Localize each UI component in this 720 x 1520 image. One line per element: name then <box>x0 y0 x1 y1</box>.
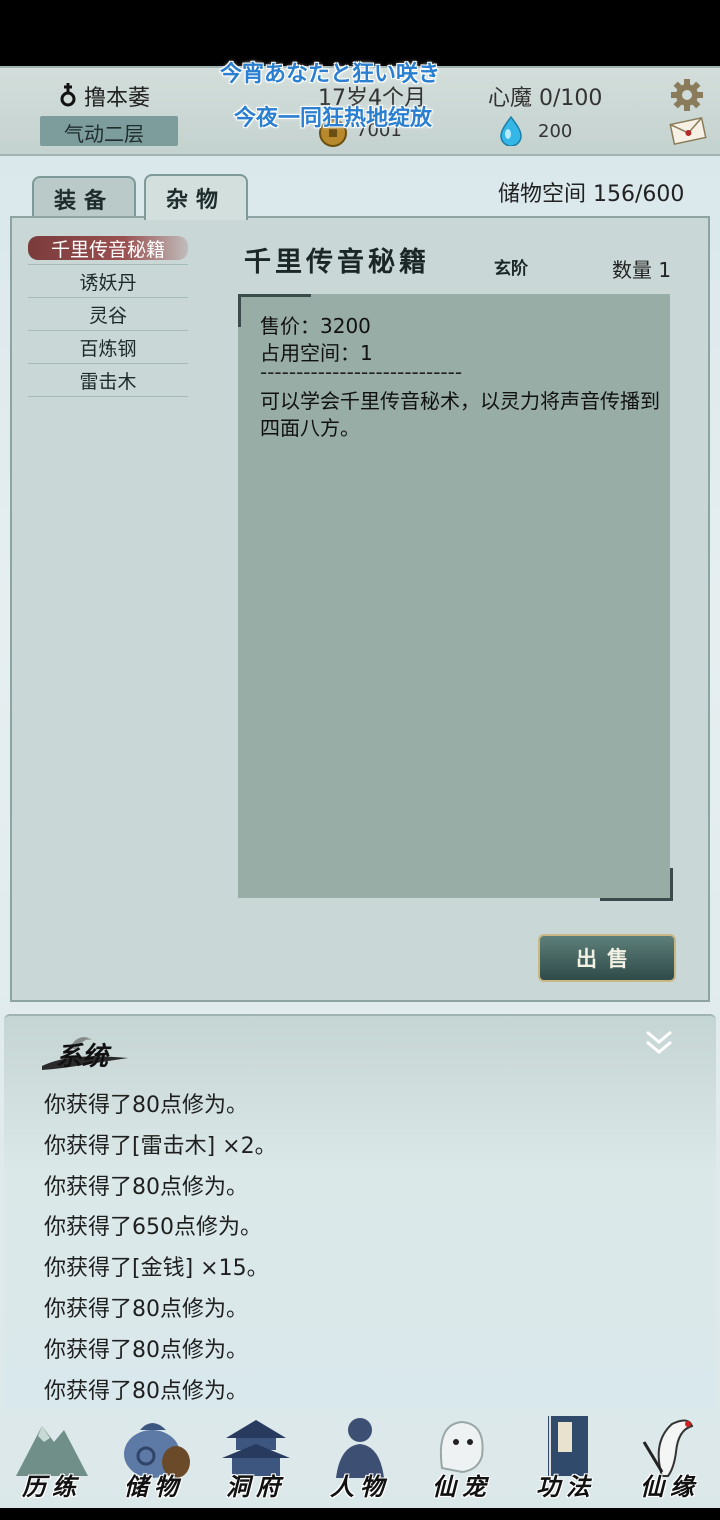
log-line: 你获得了80点修为。 <box>44 1174 248 1200</box>
log-lines: 你获得了80点修为。 你获得了[雷击木] ×2。 你获得了80点修为。 你获得了… <box>44 1086 277 1412</box>
item-grade: 玄阶 <box>494 259 528 279</box>
nav-label: 人物 <box>330 1472 390 1501</box>
item-quantity: 数量 1 <box>612 258 672 282</box>
nav-label: 储物 <box>124 1472 184 1501</box>
system-nav-bar <box>0 1508 720 1520</box>
nav-label: 历练 <box>22 1472 82 1501</box>
lyric-overlay-line1: 今宵あなたと狂い咲き <box>220 61 441 87</box>
nav-item-skills[interactable]: 功法 <box>516 1406 616 1508</box>
mail-icon[interactable] <box>668 116 708 146</box>
chevron-down-icon[interactable] <box>644 1028 674 1058</box>
spirit-stone-icon <box>500 116 522 146</box>
list-item[interactable]: 诱妖丹 <box>28 265 188 298</box>
lyric-overlay-line2: 今夜一同狂热地绽放 <box>234 105 433 131</box>
nav-item-cave[interactable]: 洞府 <box>206 1406 306 1508</box>
nav-item-character[interactable]: 人物 <box>310 1406 410 1508</box>
tab-misc[interactable]: 杂物 <box>144 174 248 220</box>
corner-ornament <box>600 868 673 901</box>
list-item[interactable]: 灵谷 <box>28 298 188 331</box>
player-name[interactable]: 撸本萎 <box>84 80 150 112</box>
nav-label: 仙宠 <box>432 1472 492 1501</box>
list-item-label: 雷击木 <box>79 370 137 393</box>
nav-item-storage[interactable]: 储物 <box>104 1406 204 1508</box>
realm-label: 气动二层 <box>64 122 144 146</box>
male-gender-icon <box>60 83 76 107</box>
item-title: 千里传音秘籍 <box>244 247 430 278</box>
list-item-label: 百炼钢 <box>79 337 137 360</box>
log-title: 系统 <box>56 1042 109 1072</box>
list-item[interactable]: 千里传音秘籍 <box>28 232 188 265</box>
storage-capacity: 储物空间 156/600 <box>498 182 685 207</box>
nav-label: 洞府 <box>226 1472 286 1501</box>
list-item-label: 灵谷 <box>88 304 127 327</box>
item-description: 可以学会千里传音秘术，以灵力将声音传播到四面八方。 <box>260 389 660 440</box>
log-line: 你获得了650点修为。 <box>44 1215 262 1241</box>
log-line: 你获得了80点修为。 <box>44 1296 248 1322</box>
list-item-label: 千里传音秘籍 <box>50 238 165 261</box>
spirit-stone-count: 200 <box>538 121 573 142</box>
nav-item-pet[interactable]: 仙宠 <box>412 1406 512 1508</box>
nav-label: 功法 <box>536 1472 596 1501</box>
item-description-box <box>238 294 670 898</box>
log-line: 你获得了[金钱] ×15。 <box>44 1256 269 1282</box>
list-item[interactable]: 百炼钢 <box>28 331 188 364</box>
bottom-nav: 历练 储物 洞府 人物 仙宠 功法 仙缘 <box>0 1406 720 1508</box>
divider: ---------------------------- <box>260 360 463 384</box>
nav-item-training[interactable]: 历练 <box>2 1406 102 1508</box>
item-price: 售价：3200 <box>260 314 371 338</box>
sell-button[interactable]: 出售 <box>538 934 676 982</box>
log-line: 你获得了80点修为。 <box>44 1337 248 1363</box>
nav-label: 仙缘 <box>640 1472 700 1501</box>
list-item-label: 诱妖丹 <box>79 271 137 294</box>
log-line: 你获得了[雷击木] ×2。 <box>44 1133 277 1159</box>
list-item[interactable]: 雷击木 <box>28 364 188 397</box>
nav-item-fate[interactable]: 仙缘 <box>620 1406 720 1508</box>
heart-demon-label: 心魔 0/100 <box>488 86 603 111</box>
log-line: 你获得了80点修为。 <box>44 1093 248 1118</box>
tab-equipment[interactable]: 装备 <box>32 176 136 220</box>
gear-icon[interactable] <box>670 78 704 112</box>
item-list: 千里传音秘籍 诱妖丹 灵谷 百炼钢 雷击木 <box>28 232 188 397</box>
